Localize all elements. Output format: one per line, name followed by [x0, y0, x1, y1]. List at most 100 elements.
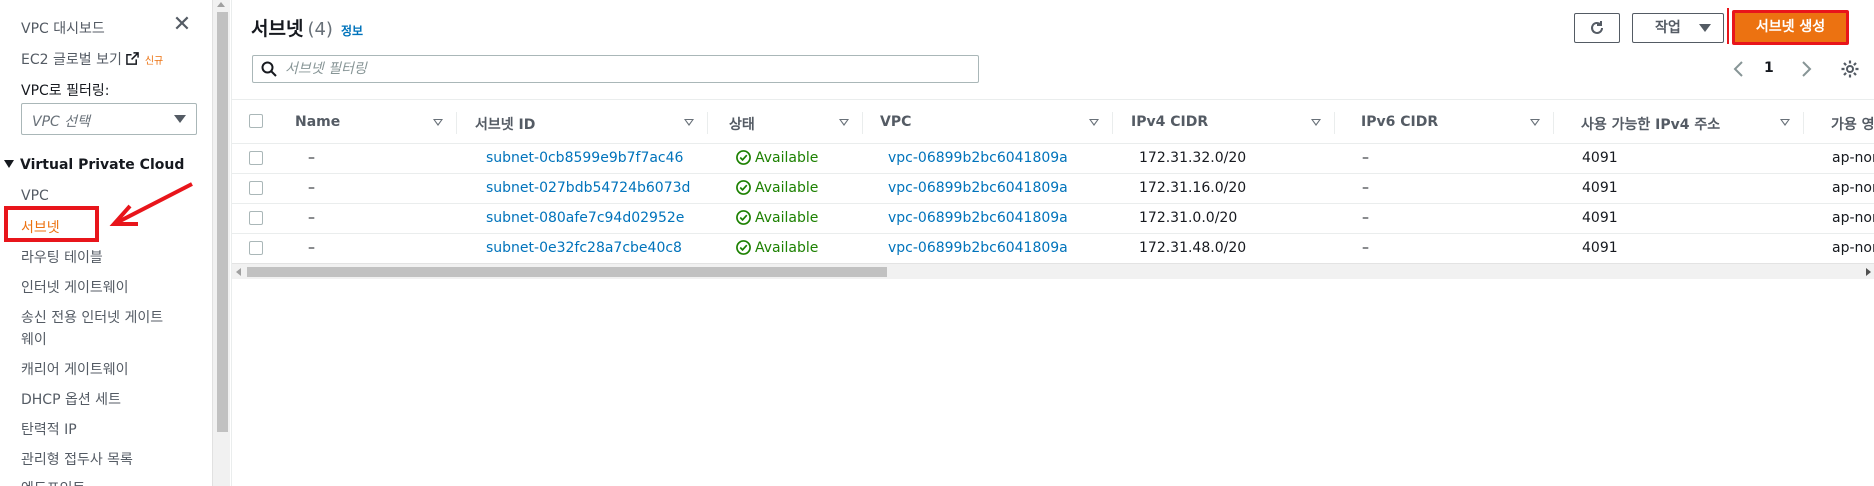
column-divider[interactable]: [1803, 112, 1804, 134]
select-all-checkbox[interactable]: [249, 114, 263, 128]
close-icon[interactable]: ✕: [172, 14, 192, 36]
table-scrollbar-thumb[interactable]: [247, 267, 887, 277]
column-header-ipv4-cidr[interactable]: IPv4 CIDR: [1131, 114, 1208, 130]
subnet-filter[interactable]: [252, 55, 979, 83]
sidebar-item-elastic-ips[interactable]: 탄력적 IP: [21, 419, 77, 439]
chevron-right-icon[interactable]: [1797, 60, 1815, 78]
gear-icon[interactable]: [1840, 59, 1860, 79]
cell-subnet-id[interactable]: subnet-0e32fc28a7cbe40c8: [486, 240, 682, 256]
row-checkbox[interactable]: [249, 181, 263, 195]
cell-ipv6-cidr: –: [1362, 150, 1369, 166]
chevron-left-icon[interactable]: [1730, 60, 1748, 78]
cell-ipv6-cidr: –: [1362, 180, 1369, 196]
cell-state: Available: [736, 210, 818, 226]
sidebar-section-vpc[interactable]: Virtual Private Cloud: [4, 157, 184, 173]
column-header-vpc[interactable]: VPC: [880, 114, 911, 130]
table-row[interactable]: – subnet-0cb8599e9b7f7ac46 Available vpc…: [232, 144, 1874, 174]
sidebar-item-dhcp-options[interactable]: DHCP 옵션 세트: [21, 389, 121, 409]
cell-vpc[interactable]: vpc-06899b2bc6041809a: [888, 240, 1068, 256]
cell-name: –: [308, 240, 315, 256]
subnets-table: Name 서브넷 ID 상태 VPC IPv4 CIDR IPv6 CIDR 사…: [232, 99, 1874, 275]
search-input[interactable]: [285, 56, 965, 82]
new-badge: 신규: [144, 56, 164, 67]
check-circle-icon: [736, 180, 751, 195]
row-checkbox[interactable]: [249, 151, 263, 165]
refresh-icon: [1591, 21, 1603, 34]
cell-subnet-id[interactable]: subnet-027bdb54724b6073d: [486, 180, 690, 196]
column-header-availability-zone[interactable]: 가용 영: [1831, 114, 1874, 134]
cell-state-text: Available: [755, 180, 819, 196]
create-subnet-button[interactable]: 서브넷 생성: [1732, 10, 1849, 45]
column-divider[interactable]: [456, 112, 457, 134]
scroll-left-icon[interactable]: [236, 268, 241, 276]
sidebar-item-vpc-dashboard[interactable]: VPC 대시보드: [21, 18, 105, 38]
sort-icon[interactable]: [1530, 119, 1540, 126]
cell-vpc[interactable]: vpc-06899b2bc6041809a: [888, 210, 1068, 226]
cell-subnet-id[interactable]: subnet-0cb8599e9b7f7ac46: [486, 150, 683, 166]
caret-down-icon: [4, 160, 14, 168]
sort-icon[interactable]: [1089, 119, 1099, 126]
sort-icon[interactable]: [1311, 119, 1321, 126]
column-divider[interactable]: [862, 112, 863, 134]
sidebar-item-egress-only-igw[interactable]: 송신 전용 인터넷 게이트: [21, 307, 163, 327]
sidebar-scrollbar-thumb[interactable]: [217, 12, 228, 432]
column-header-subnet-id[interactable]: 서브넷 ID: [475, 114, 535, 134]
sidebar-item-carrier-gateways[interactable]: 캐리어 게이트웨이: [21, 359, 129, 379]
cell-name: –: [308, 180, 315, 196]
sidebar-item-prefix-lists[interactable]: 관리형 접두사 목록: [21, 449, 133, 469]
sidebar-item-vpc[interactable]: VPC: [21, 188, 49, 204]
sidebar-item-route-tables[interactable]: 라우팅 테이블: [21, 247, 103, 267]
sidebar-scrollbar[interactable]: [212, 0, 230, 486]
cell-state-text: Available: [755, 240, 819, 256]
table-row[interactable]: – subnet-0e32fc28a7cbe40c8 Available vpc…: [232, 234, 1874, 264]
table-header: Name 서브넷 ID 상태 VPC IPv4 CIDR IPv6 CIDR 사…: [232, 99, 1874, 144]
page-number[interactable]: 1: [1764, 60, 1774, 76]
page-title-text: 서브넷: [251, 18, 304, 40]
column-header-state[interactable]: 상태: [729, 114, 755, 134]
cell-vpc[interactable]: vpc-06899b2bc6041809a: [888, 150, 1068, 166]
table-row[interactable]: – subnet-080afe7c94d02952e Available vpc…: [232, 204, 1874, 234]
row-checkbox[interactable]: [249, 211, 263, 225]
cell-vpc[interactable]: vpc-06899b2bc6041809a: [888, 180, 1068, 196]
caret-down-icon: [1699, 24, 1711, 32]
row-checkbox[interactable]: [249, 241, 263, 255]
sidebar-item-egress-only-igw-cont[interactable]: 웨이: [21, 329, 47, 349]
sidebar-item-endpoints[interactable]: 엔드포인트: [21, 478, 85, 486]
info-link[interactable]: 정보: [341, 24, 363, 38]
scroll-right-icon[interactable]: [1866, 268, 1871, 276]
cell-ipv4-cidr: 172.31.0.0/20: [1139, 210, 1238, 226]
sidebar-item-internet-gateways[interactable]: 인터넷 게이트웨이: [21, 277, 129, 297]
column-divider[interactable]: [1553, 112, 1554, 134]
sort-icon[interactable]: [433, 119, 443, 126]
sort-icon[interactable]: [684, 119, 694, 126]
annotation-arrow: [109, 182, 193, 226]
search-icon: [261, 61, 277, 77]
caret-down-icon: [174, 115, 186, 123]
table-horizontal-scrollbar[interactable]: [232, 263, 1874, 279]
column-divider[interactable]: [1112, 112, 1113, 134]
table-row[interactable]: – subnet-027bdb54724b6073d Available vpc…: [232, 174, 1874, 204]
column-header-ipv6-cidr[interactable]: IPv6 CIDR: [1361, 114, 1438, 130]
column-divider[interactable]: [1334, 112, 1335, 134]
sidebar-section-label: Virtual Private Cloud: [20, 157, 185, 173]
cell-subnet-id[interactable]: subnet-080afe7c94d02952e: [486, 210, 684, 226]
annotation-highlight-box: [4, 206, 99, 242]
filter-by-vpc-label: VPC로 필터링:: [21, 83, 110, 99]
refresh-button[interactable]: [1574, 13, 1620, 43]
actions-button[interactable]: 작업: [1632, 13, 1724, 43]
vpc-select[interactable]: VPC 선택: [21, 103, 197, 135]
column-header-name[interactable]: Name: [295, 114, 340, 130]
column-header-available-ipv4[interactable]: 사용 가능한 IPv4 주소: [1581, 114, 1720, 134]
cell-availability-zone: ap-nort: [1832, 150, 1874, 166]
cell-name: –: [308, 150, 315, 166]
sort-icon[interactable]: [1780, 119, 1790, 126]
cell-state: Available: [736, 150, 818, 166]
cell-available-ipv4: 4091: [1582, 210, 1618, 226]
cell-ipv4-cidr: 172.31.16.0/20: [1139, 180, 1247, 196]
check-circle-icon: [736, 150, 751, 165]
column-divider[interactable]: [707, 112, 708, 134]
vpc-select-placeholder: VPC 선택: [32, 114, 91, 130]
scroll-up-icon[interactable]: [217, 2, 225, 7]
sidebar-item-ec2-global-view[interactable]: EC2 글로벌 보기 신규: [21, 49, 163, 69]
sort-icon[interactable]: [839, 119, 849, 126]
